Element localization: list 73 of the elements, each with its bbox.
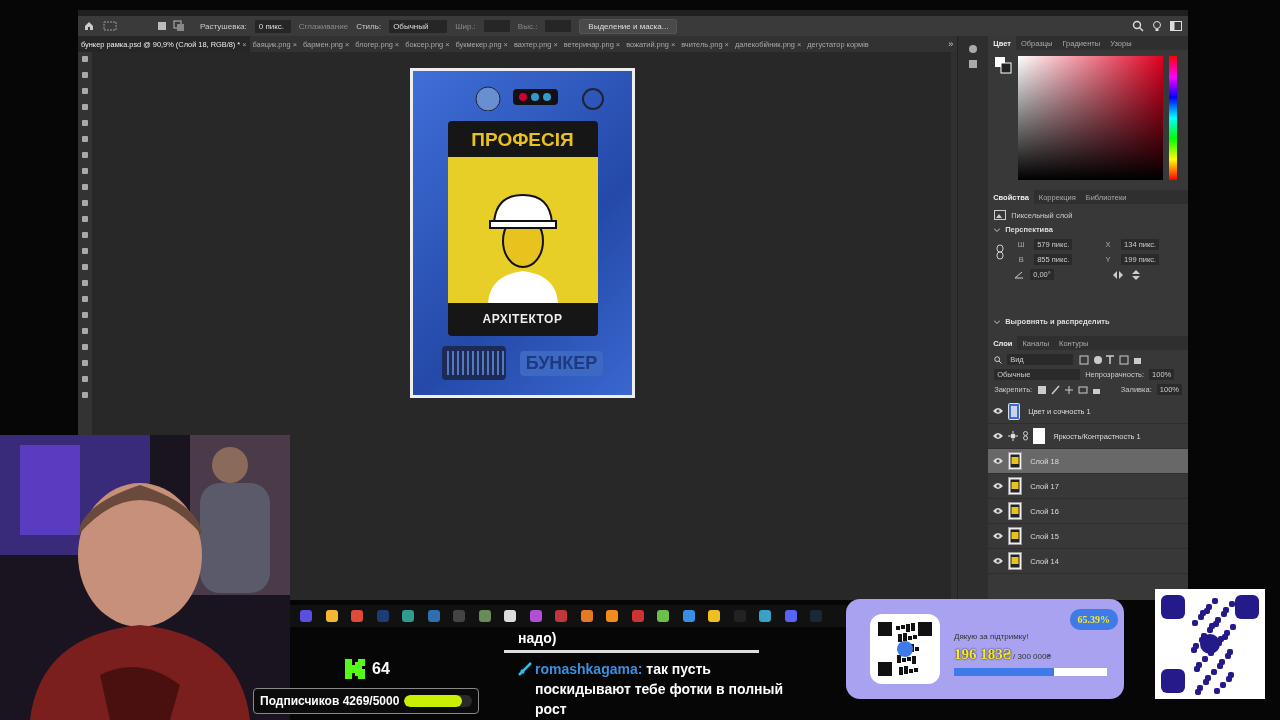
card-thumbnail-icon — [1008, 527, 1023, 545]
chain-icon — [1023, 431, 1029, 441]
profession-card-drawing: ПРОФЕСІЯ АРХІТЕКТОР БУНКЕР — [410, 68, 635, 398]
height-label: Выс.: — [517, 21, 538, 31]
flip-horizontal-icon[interactable] — [1113, 269, 1124, 280]
link-icon[interactable] — [994, 244, 1007, 260]
chat-message: romashkagama: так пусть поскидывают тебе фотки в полный рост — [535, 660, 785, 719]
card-thumbnail-icon — [1008, 552, 1023, 570]
app-tile-icon[interactable] — [529, 610, 542, 622]
donation-goal: / 300 000₴ — [1013, 652, 1051, 661]
angle-icon — [1014, 270, 1025, 279]
app-tile-icon[interactable] — [504, 610, 516, 622]
image-icon — [994, 210, 1007, 220]
feather-label: Растушевка: — [200, 21, 247, 31]
eye-icon[interactable] — [993, 507, 1004, 515]
app-tile-icon[interactable] — [580, 610, 593, 622]
card-thumbnail-icon — [1008, 502, 1023, 520]
app-tile-icon[interactable] — [759, 610, 771, 622]
qr-code-icon — [1155, 589, 1265, 699]
chat-message: надо) — [518, 629, 558, 648]
app-tile-icon[interactable] — [478, 610, 491, 622]
lock-icons-drawing[interactable] — [1037, 384, 1102, 395]
lightbulb-icon[interactable] — [1152, 20, 1162, 32]
home-icon[interactable] — [84, 21, 94, 31]
eye-icon[interactable] — [993, 432, 1004, 440]
sword-icon — [518, 662, 532, 676]
tabs-overflow-button[interactable]: » — [948, 39, 958, 49]
app-tile-icon[interactable] — [402, 610, 414, 622]
app-tile-icon[interactable] — [708, 610, 720, 622]
hue-spectrum[interactable] — [1169, 56, 1178, 180]
app-tile-icon[interactable] — [300, 610, 312, 622]
mask-thumbnail — [1033, 428, 1046, 444]
style-label: Стиль: — [356, 21, 382, 31]
color-picker-field[interactable] — [1018, 56, 1164, 180]
card-thumbnail-icon — [1008, 452, 1023, 470]
follower-count: 64 — [372, 660, 390, 678]
select-and-mask-button[interactable]: Выделение и маска... — [579, 18, 678, 34]
app-tile-icon[interactable] — [810, 610, 822, 622]
eye-icon[interactable] — [993, 482, 1004, 490]
color-swatches-icon[interactable] — [994, 56, 1013, 74]
app-tile-icon[interactable] — [427, 610, 440, 622]
app-tile-icon[interactable] — [351, 610, 363, 622]
kick-logo-icon — [344, 658, 366, 680]
sun-icon — [1008, 431, 1019, 441]
subscriber-goal-label: Подписчиков 4269/5000 — [260, 694, 400, 708]
card-thumbnail-icon — [1008, 477, 1023, 495]
app-tile-icon[interactable] — [631, 610, 644, 622]
eye-icon[interactable] — [993, 457, 1004, 465]
flip-vertical-icon[interactable] — [1131, 269, 1142, 280]
style-dropdown[interactable]: Обычный — [389, 19, 448, 33]
chevron-icon[interactable] — [994, 318, 1001, 325]
app-tile-icon[interactable] — [555, 610, 567, 622]
app-tile-icon[interactable] — [606, 610, 618, 622]
card-thumbnail-icon — [1008, 402, 1021, 420]
app-tile-icon[interactable] — [682, 610, 695, 622]
donation-thanks: Дякую за підтримку! — [954, 632, 1030, 641]
search-icon[interactable] — [1132, 20, 1144, 32]
width-label: Шир.: — [455, 21, 476, 31]
app-tile-icon[interactable] — [657, 610, 669, 622]
chevron-icon[interactable] — [994, 226, 1001, 233]
app-tile-icon[interactable] — [784, 610, 797, 622]
app-tile-icon[interactable] — [376, 610, 389, 622]
search-icon — [994, 355, 1003, 364]
eye-icon[interactable] — [993, 532, 1004, 540]
app-tile-icon[interactable] — [453, 610, 465, 622]
donation-raised: 196 183₴ — [954, 646, 1012, 663]
eye-icon[interactable] — [993, 557, 1004, 565]
eye-icon[interactable] — [993, 407, 1004, 415]
donation-percent-badge: 65.39% — [1069, 609, 1118, 630]
qr-code-icon — [870, 614, 940, 684]
feather-field[interactable]: 0 пикс. — [254, 19, 291, 33]
workspace-icon[interactable] — [1170, 21, 1182, 31]
app-tile-icon[interactable] — [325, 610, 338, 622]
